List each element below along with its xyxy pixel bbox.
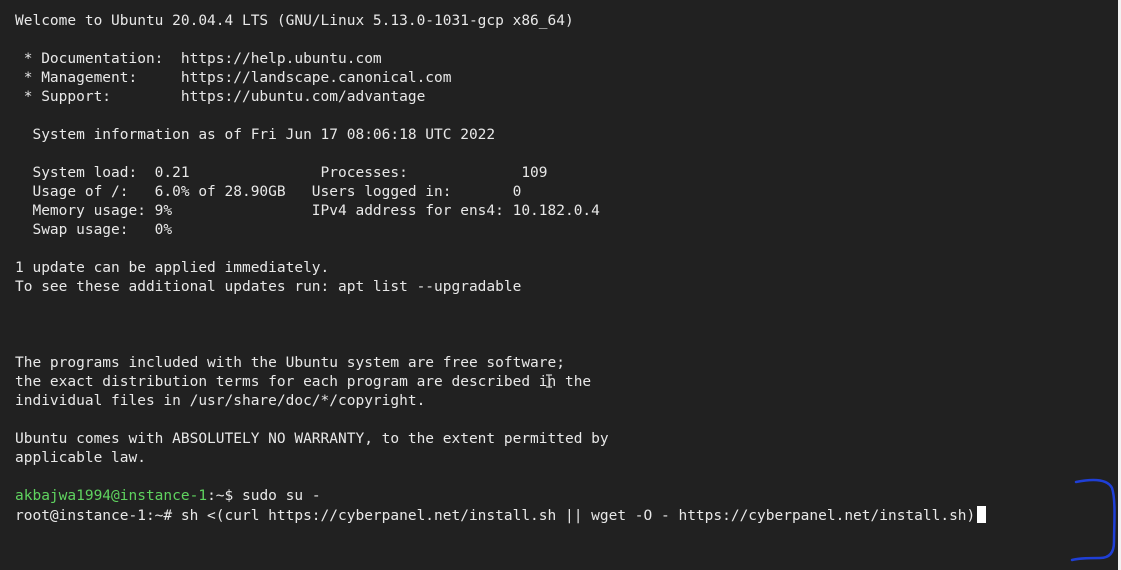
terminal-line: System information as of Fri Jun 17 08:0… (15, 127, 496, 143)
terminal-line: Welcome to Ubuntu 20.04.4 LTS (GNU/Linux… (15, 13, 574, 29)
blue-bracket-annotation-icon (1070, 478, 1116, 562)
terminal-line: Ubuntu comes with ABSOLUTELY NO WARRANTY… (15, 431, 609, 447)
prompt-command: :~$ sudo su - (207, 488, 321, 504)
terminal-line: * Documentation: https://help.ubuntu.com (15, 51, 382, 67)
prompt-line-user: akbajwa1994@instance-1:~$ sudo su - (15, 487, 321, 506)
text-cursor-icon (546, 374, 552, 388)
terminal-line: applicable law. (15, 450, 146, 466)
terminal-line: Swap usage: 0% (15, 222, 173, 238)
terminal-line: * Support: https://ubuntu.com/advantage (15, 89, 426, 105)
terminal-window[interactable]: Welcome to Ubuntu 20.04.4 LTS (GNU/Linux… (0, 0, 1121, 570)
terminal-line: individual files in /usr/share/doc/*/cop… (15, 393, 426, 409)
block-cursor (977, 506, 987, 523)
terminal-line: * Management: https://landscape.canonica… (15, 70, 452, 86)
terminal-line: To see these additional updates run: apt… (15, 279, 522, 295)
root-command: root@instance-1:~# sh <(curl https://cyb… (15, 508, 976, 524)
terminal-line: The programs included with the Ubuntu sy… (15, 355, 565, 371)
prompt-line-root[interactable]: root@instance-1:~# sh <(curl https://cyb… (15, 506, 987, 525)
terminal-line: Usage of /: 6.0% of 28.90GB Users logged… (15, 184, 522, 200)
terminal-line: the exact distribution terms for each pr… (15, 374, 592, 390)
terminal-line: System load: 0.21 Processes: 109 (15, 165, 548, 181)
prompt-user-host: akbajwa1994@instance-1 (15, 488, 208, 504)
terminal-line: 1 update can be applied immediately. (15, 260, 330, 276)
terminal-line: Memory usage: 9% IPv4 address for ens4: … (15, 203, 600, 219)
